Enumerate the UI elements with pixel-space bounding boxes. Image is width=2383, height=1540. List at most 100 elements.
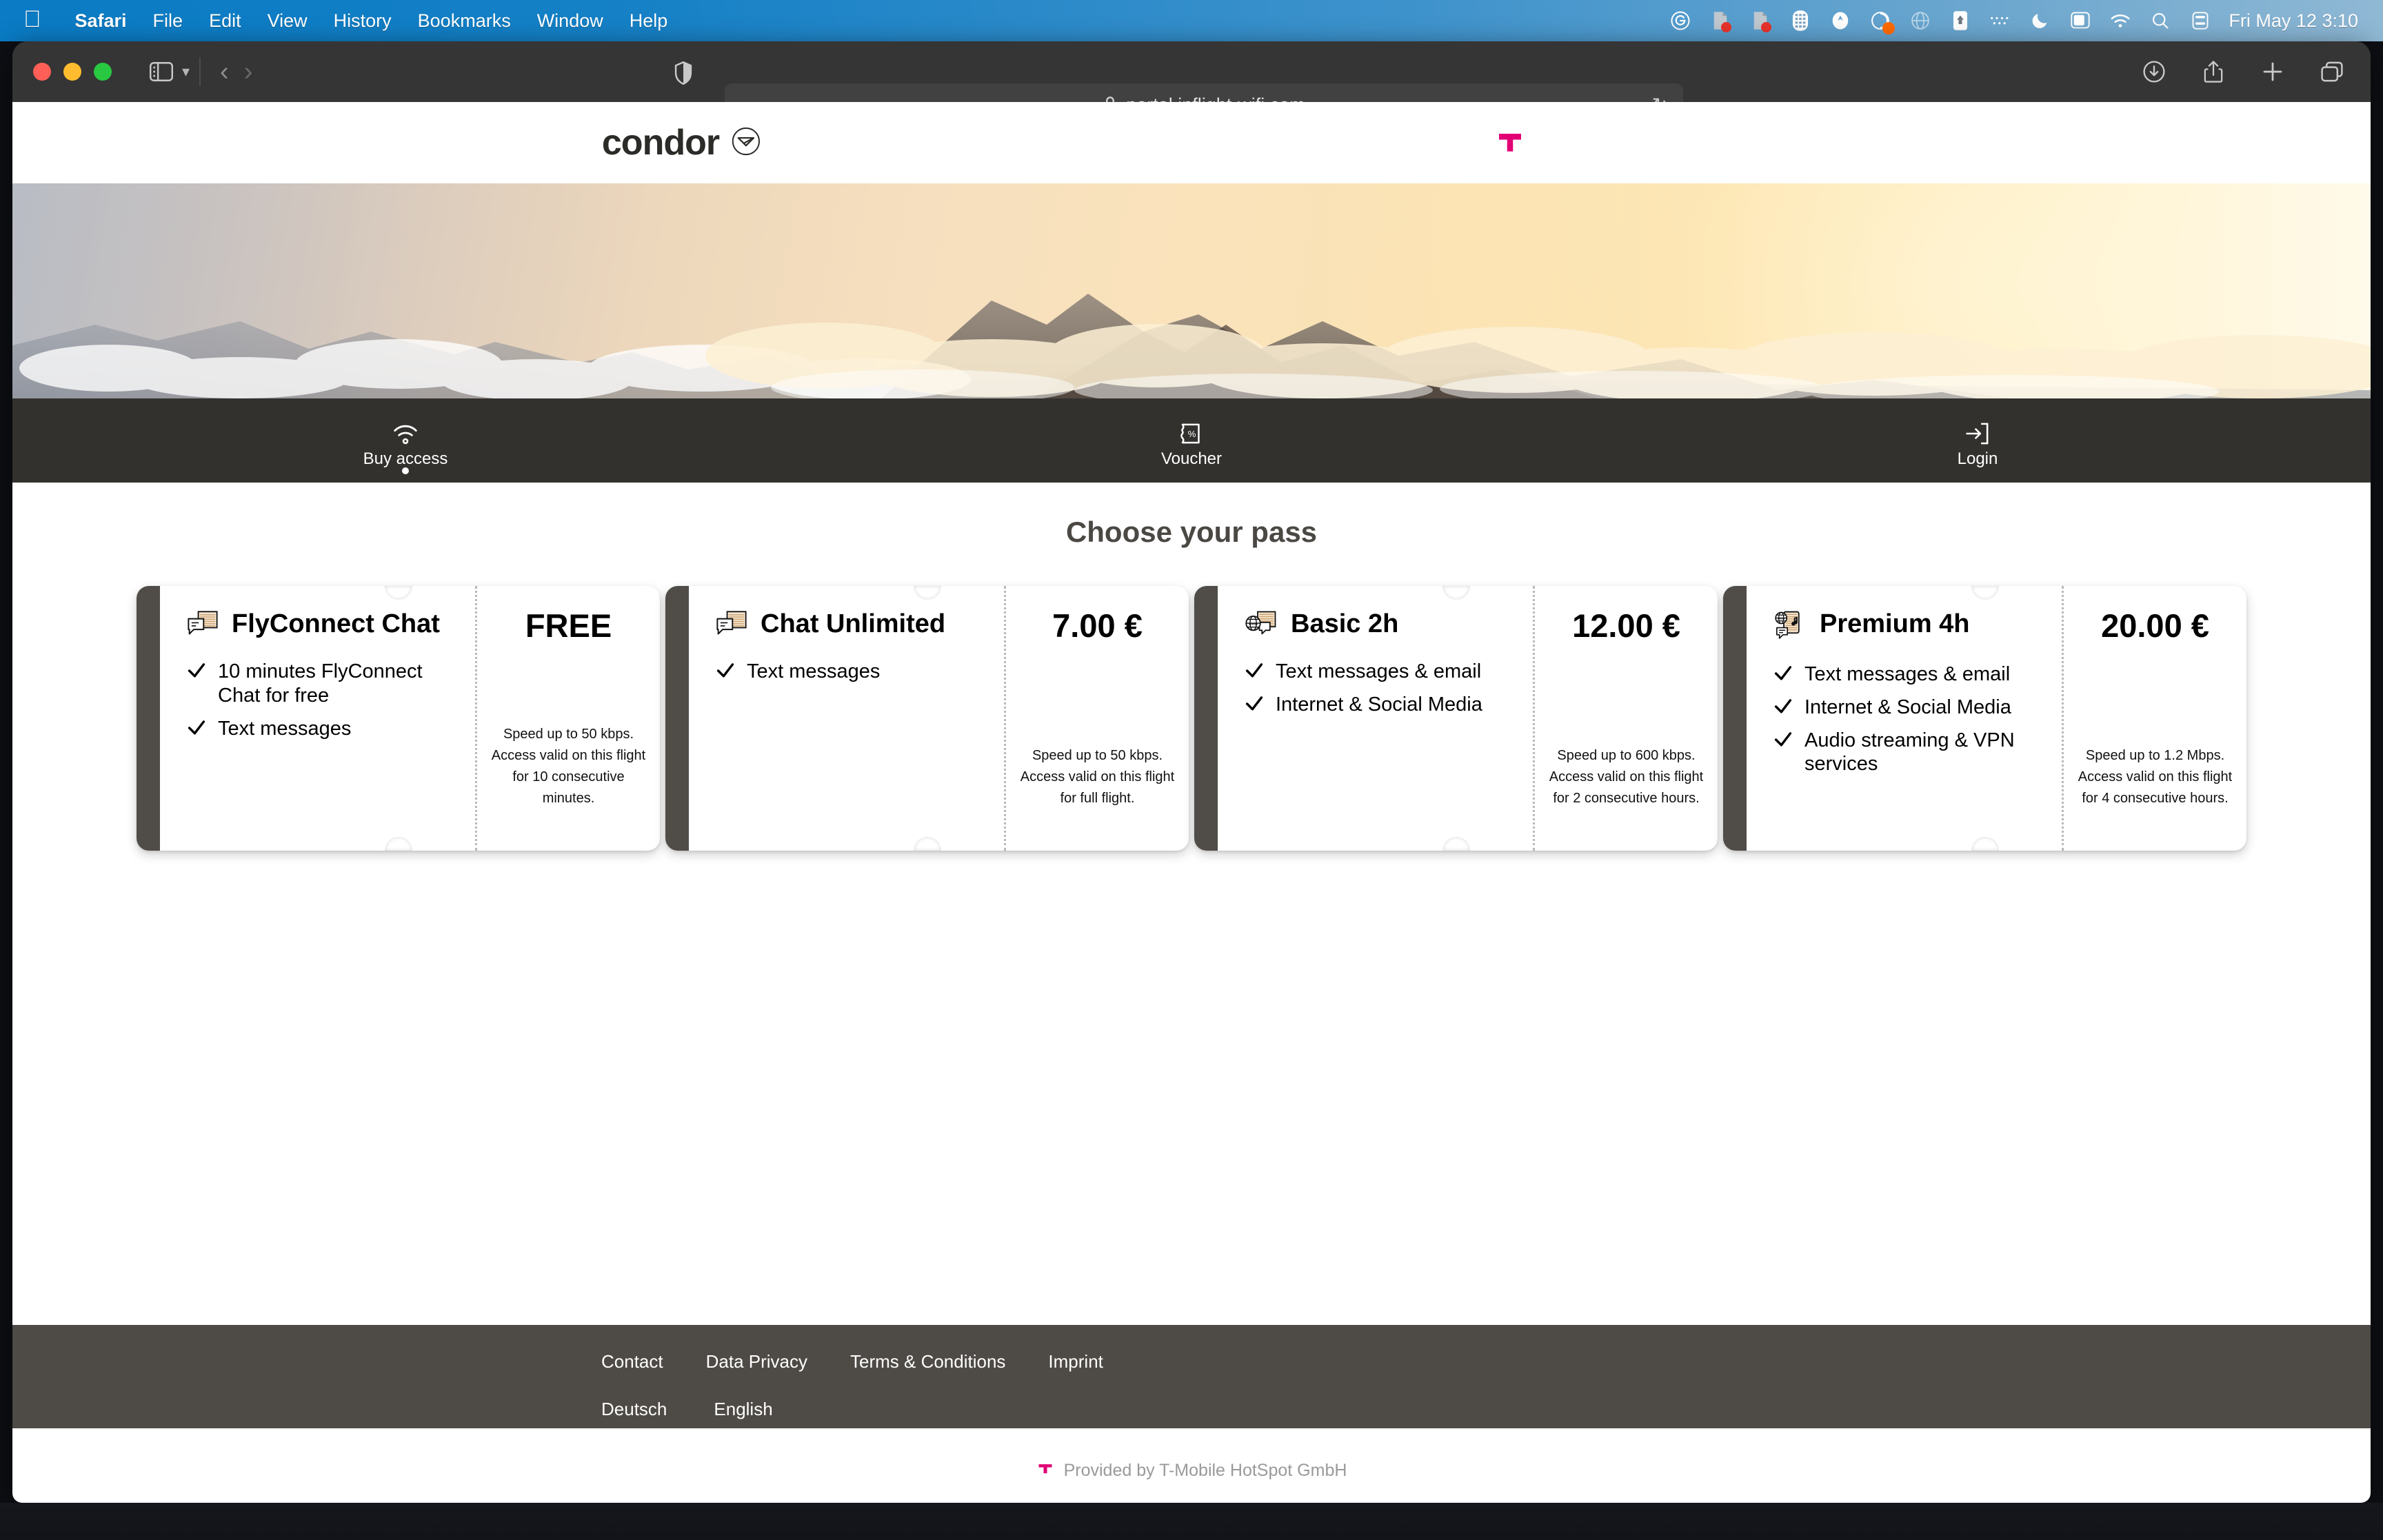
check-icon bbox=[188, 720, 205, 740]
close-window-button[interactable] bbox=[33, 63, 51, 81]
share-icon[interactable] bbox=[2194, 52, 2233, 91]
chat-bubbles-icon bbox=[188, 611, 218, 642]
menu-item-safari[interactable]: Safari bbox=[62, 10, 140, 32]
maximize-window-button[interactable] bbox=[94, 63, 112, 81]
pass-ticket[interactable]: www Premium 4h Text messages & email Int… bbox=[1723, 586, 2246, 851]
footer-link-terms[interactable]: Terms & Conditions bbox=[850, 1351, 1005, 1372]
pass-name: Premium 4h bbox=[1820, 609, 1970, 638]
footer-link-data-privacy[interactable]: Data Privacy bbox=[706, 1351, 807, 1372]
menu-bar-clock[interactable]: Fri May 12 3:10 bbox=[2220, 10, 2362, 32]
pass-ticket[interactable]: www Basic 2h Text messages & email Inter… bbox=[1194, 586, 1718, 851]
dropbox-icon[interactable] bbox=[1940, 0, 1980, 41]
footer-link-contact[interactable]: Contact bbox=[601, 1351, 663, 1372]
grammarly-icon[interactable] bbox=[1660, 0, 1700, 41]
menu-item-help[interactable]: Help bbox=[616, 10, 681, 32]
pass-feature: Text messages bbox=[716, 660, 981, 684]
ticket-stub bbox=[1723, 586, 1747, 851]
menu-bar-items:  Safari File Edit View History Bookmark… bbox=[0, 8, 681, 32]
globe-chat-icon: www bbox=[1245, 611, 1277, 642]
toolbar-right-buttons bbox=[2135, 41, 2351, 102]
do-not-disturb-moon-icon[interactable] bbox=[2020, 0, 2060, 41]
new-tab-icon[interactable] bbox=[2253, 52, 2292, 91]
notes-badge-icon-2[interactable] bbox=[1740, 0, 1780, 41]
display-icon[interactable] bbox=[2060, 0, 2100, 41]
calculator-icon[interactable] bbox=[1780, 0, 1820, 41]
language-link-deutsch[interactable]: Deutsch bbox=[601, 1399, 667, 1420]
pass-ticket[interactable]: FlyConnect Chat 10 minutes FlyConnect Ch… bbox=[137, 586, 660, 851]
pass-card-chat-unlimited: Chat Unlimited Text messages 7.00 € Spee… bbox=[665, 586, 1189, 851]
pass-price: 12.00 € bbox=[1572, 607, 1680, 644]
menu-item-bookmarks[interactable]: Bookmarks bbox=[405, 10, 524, 32]
ticket-price-panel: 7.00 € Speed up to 50 kbps. Access valid… bbox=[1004, 586, 1189, 851]
macos-menu-bar:  Safari File Edit View History Bookmark… bbox=[0, 0, 2383, 41]
check-icon bbox=[1774, 698, 1792, 718]
svg-text:www: www bbox=[1777, 617, 1785, 620]
chevron-down-icon[interactable]: ▾ bbox=[182, 63, 190, 81]
nav-active-indicator bbox=[402, 467, 409, 474]
pass-feature: Text messages & email bbox=[1245, 660, 1509, 684]
menu-item-history[interactable]: History bbox=[321, 10, 405, 32]
minimize-window-button[interactable] bbox=[63, 63, 81, 81]
check-icon bbox=[1245, 696, 1263, 716]
pass-feature: Audio streaming & VPN services bbox=[1774, 729, 2038, 777]
site-header: condor bbox=[12, 102, 2371, 183]
ticket-price-panel: FREE Speed up to 50 kbps. Access valid o… bbox=[475, 586, 660, 851]
privacy-shield-icon[interactable] bbox=[664, 54, 703, 92]
ticket-price-panel: 20.00 € Speed up to 1.2 Mbps. Access val… bbox=[2062, 586, 2246, 851]
ticket-stub bbox=[137, 586, 160, 851]
menu-item-file[interactable]: File bbox=[140, 10, 197, 32]
ticket-details: Chat Unlimited Text messages bbox=[689, 586, 1004, 851]
pass-feature-label: Audio streaming & VPN services bbox=[1804, 729, 2015, 776]
sidebar-toggle-icon[interactable] bbox=[142, 52, 181, 91]
back-arrow-icon[interactable]: ‹ bbox=[220, 59, 229, 85]
svg-text:%: % bbox=[1188, 429, 1196, 439]
nav-tab-login[interactable]: Login bbox=[1585, 398, 2371, 483]
ticket-details: www Premium 4h Text messages & email Int… bbox=[1747, 586, 2062, 851]
chat-bubbles-icon bbox=[716, 611, 747, 642]
forward-arrow-icon[interactable]: › bbox=[244, 59, 253, 85]
pass-feature-label: Text messages bbox=[218, 717, 352, 740]
spotlight-search-icon[interactable] bbox=[2140, 0, 2180, 41]
condor-logo[interactable]: condor bbox=[602, 122, 761, 163]
menu-bar-status-area: Fri May 12 3:10 bbox=[1660, 0, 2383, 41]
tab-overview-icon[interactable] bbox=[2313, 52, 2351, 91]
wifi-icon[interactable] bbox=[2100, 0, 2140, 41]
pass-price: FREE bbox=[525, 607, 612, 644]
menu-item-window[interactable]: Window bbox=[524, 10, 616, 32]
window-controls bbox=[12, 63, 112, 81]
pass-ticket[interactable]: Chat Unlimited Text messages 7.00 € Spee… bbox=[665, 586, 1189, 851]
language-link-english[interactable]: English bbox=[714, 1399, 772, 1420]
globe-chat-music-icon: www bbox=[1774, 611, 1806, 645]
menu-item-edit[interactable]: Edit bbox=[196, 10, 254, 32]
menu-item-view[interactable]: View bbox=[254, 10, 321, 32]
pass-feature: Text messages & email bbox=[1774, 662, 2038, 687]
malwarebytes-icon[interactable] bbox=[1820, 0, 1860, 41]
control-center-icon[interactable] bbox=[2180, 0, 2220, 41]
page-title: Choose your pass bbox=[1065, 516, 1318, 548]
nav-tab-buy-access[interactable]: Buy access bbox=[12, 398, 798, 483]
pass-feature: 10 minutes FlyConnect Chat for free bbox=[188, 660, 452, 708]
downloads-icon[interactable] bbox=[2135, 52, 2173, 91]
wifi-icon bbox=[392, 416, 419, 445]
ticket-details: www Basic 2h Text messages & email Inter… bbox=[1218, 586, 1533, 851]
pass-note: Speed up to 600 kbps. Access valid on th… bbox=[1549, 748, 1704, 806]
apple-logo-icon[interactable]:  bbox=[23, 8, 41, 31]
ticket-price-panel: 12.00 € Speed up to 600 kbps. Access val… bbox=[1533, 586, 1718, 851]
bluetooth-text-icon[interactable] bbox=[1980, 0, 2020, 41]
cleanmymac-icon[interactable] bbox=[1860, 0, 1900, 41]
pass-note: Speed up to 50 kbps. Access valid on thi… bbox=[1020, 748, 1175, 806]
ticket-header: Chat Unlimited bbox=[716, 609, 981, 642]
check-icon bbox=[1774, 731, 1792, 751]
provided-by-bar: Provided by T-Mobile HotSpot GmbH bbox=[12, 1459, 2371, 1482]
pass-card-basic-2h: www Basic 2h Text messages & email Inter… bbox=[1194, 586, 1718, 851]
notes-badge-icon[interactable] bbox=[1700, 0, 1740, 41]
footer-link-imprint[interactable]: Imprint bbox=[1048, 1351, 1103, 1372]
nav-tab-voucher[interactable]: % Voucher bbox=[798, 398, 1585, 483]
pass-feature-label: Internet & Social Media bbox=[1276, 693, 1482, 716]
ticket-header: www Premium 4h bbox=[1774, 609, 2038, 645]
check-icon bbox=[716, 662, 734, 682]
main-content: Choose your pass FlyConnect Chat 10 minu… bbox=[12, 483, 2371, 851]
nav-tab-label: Buy access bbox=[363, 449, 448, 468]
pass-price: 7.00 € bbox=[1052, 607, 1143, 644]
globe-icon[interactable] bbox=[1900, 0, 1940, 41]
